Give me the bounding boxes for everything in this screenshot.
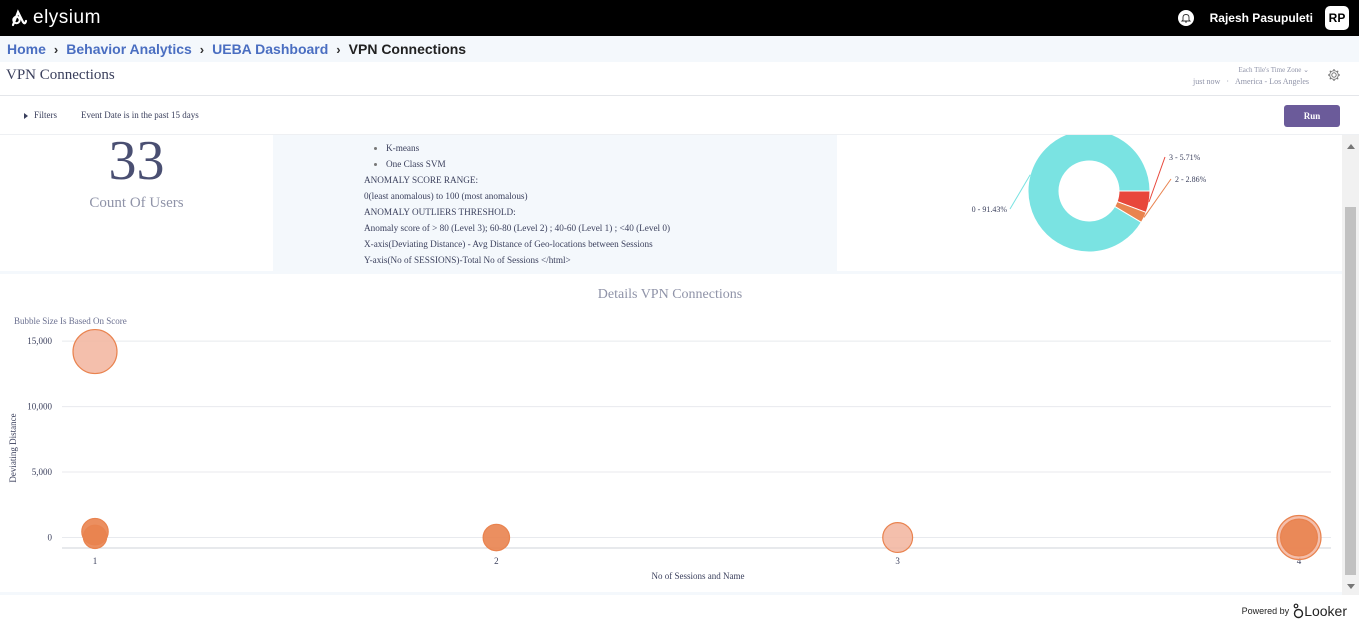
separator-dot: · — [1226, 77, 1230, 86]
chart-note: Bubble Size Is Based On Score — [14, 316, 127, 326]
timezone-label: Each Tile's Time Zone — [1238, 66, 1302, 74]
breadcrumb-current: VPN Connections — [348, 41, 467, 57]
filters-label: Filters — [34, 110, 58, 120]
gear-icon[interactable] — [1327, 68, 1341, 87]
bullet-item: K-means — [364, 140, 670, 156]
breadcrumb-behavior-analytics[interactable]: Behavior Analytics — [66, 41, 192, 57]
text-line: X-axis(Deviating Distance) - Avg Distanc… — [364, 239, 653, 249]
description-text: K-means One Class SVM ANOMALY SCORE RANG… — [364, 140, 670, 268]
scroll-thumb[interactable] — [1345, 207, 1356, 575]
bullet-item: One Class SVM — [364, 156, 670, 172]
elysium-logo-icon — [11, 9, 28, 27]
filter-summary: Event Date is in the past 15 days — [81, 110, 199, 120]
x-tick-label: 3 — [895, 556, 900, 566]
timezone-info: Each Tile's Time Zone ⌄ just now · Ameri… — [1189, 65, 1309, 87]
bubble-chart: 05,00010,00015,0001 2 3 4No of Sessions and… — [8, 328, 1331, 581]
y-tick-label: 5,000 — [32, 467, 53, 477]
scroll-up-arrow-icon[interactable] — [1347, 144, 1355, 149]
description-tile: K-means One Class SVM ANOMALY SCORE RANG… — [276, 135, 834, 271]
text-line: Y-axis(No of SESSIONS)-Total No of Sessi… — [364, 255, 571, 265]
text-line: ANOMALY OUTLIERS THRESHOLD: — [364, 207, 516, 217]
breadcrumb-ueba-dashboard[interactable]: UEBA Dashboard — [212, 41, 328, 57]
y-axis-label: Deviating Distance — [8, 413, 18, 482]
count-of-users-tile: 33 Count Of Users — [0, 135, 273, 271]
donut-label: 0 - 91.43% — [972, 205, 1008, 214]
powered-by-label: Powered by — [1241, 606, 1290, 616]
chevron-down-icon: ⌄ — [1303, 66, 1309, 74]
text-line: Anomaly score of > 80 (Level 3); 60-80 (… — [364, 223, 671, 233]
bubble-point[interactable] — [882, 522, 914, 554]
looker-logo[interactable]: Looker — [1293, 603, 1347, 619]
footer: Powered by Looker — [1242, 603, 1347, 619]
x-tick-label: 2 — [494, 556, 499, 566]
bubble-point[interactable] — [82, 524, 108, 550]
donut-label: 2 - 2.86% — [1175, 175, 1207, 184]
chart-title: Details VPN Connections — [597, 287, 743, 302]
bubble-point[interactable] — [1279, 518, 1319, 557]
user-name[interactable]: Rajesh Pasupuleti — [1210, 11, 1313, 25]
donut-chart: 0 - 91.43% 3 - 5.71% 2 - 2.86% — [972, 135, 1207, 253]
donut-leader-line — [1009, 174, 1031, 210]
y-tick-label: 15,000 — [27, 336, 52, 346]
scroll-down-arrow-icon[interactable] — [1347, 584, 1355, 589]
caret-right-icon — [24, 112, 28, 119]
looker-logo-icon — [1293, 603, 1304, 619]
app-name: elysium — [33, 7, 101, 28]
y-tick-label: 0 — [48, 533, 53, 543]
donut-leader-line — [1148, 156, 1166, 203]
last-run-time: just now — [1193, 77, 1221, 86]
looker-brand: Looker — [1304, 603, 1347, 619]
dashboard-header: VPN Connections Each Tile's Time Zone ⌄ … — [0, 62, 1359, 96]
filters-toggle[interactable]: Filters — [24, 110, 57, 120]
y-tick-label: 10,000 — [27, 402, 52, 412]
breadcrumb-home[interactable]: Home — [7, 41, 46, 57]
text-line: ANOMALY SCORE RANGE: — [364, 175, 479, 185]
bubble-point[interactable] — [482, 523, 511, 552]
donut-label: 3 - 5.71% — [1169, 153, 1201, 162]
timezone-selector[interactable]: Each Tile's Time Zone ⌄ — [1189, 65, 1309, 76]
page-title: VPN Connections — [6, 67, 115, 83]
text-line: 0(least anomalous) to 100 (most anomalou… — [364, 191, 528, 201]
timezone-value: America - Los Angeles — [1235, 77, 1309, 86]
dashboard-content: 33 Count Of Users K-means One Class SVM … — [0, 135, 1342, 595]
bubble-point[interactable] — [72, 328, 118, 375]
avatar[interactable]: RP — [1325, 6, 1349, 30]
breadcrumb-separator: › — [336, 41, 341, 57]
users-count-value: 33 — [108, 135, 165, 192]
breadcrumb: Home › Behavior Analytics › UEBA Dashboa… — [0, 36, 1359, 62]
x-axis-label: No of Sessions and Name — [652, 571, 745, 581]
breadcrumb-separator: › — [53, 41, 59, 57]
app-logo[interactable]: elysium — [10, 7, 101, 29]
anomaly-level-donut-tile: 0 - 91.43% 3 - 5.71% 2 - 2.86% — [837, 135, 1342, 271]
breadcrumb-separator: › — [199, 41, 205, 57]
filter-bar: Filters Event Date is in the past 15 day… — [0, 97, 1359, 135]
users-count-label: Count Of Users — [89, 195, 184, 211]
run-button[interactable]: Run — [1284, 105, 1340, 127]
top-bar: elysium Rajesh Pasupuleti RP — [0, 0, 1359, 36]
notification-bell-icon[interactable] — [1177, 10, 1194, 26]
x-tick-label: 1 — [93, 556, 98, 566]
details-vpn-connections-tile: Details VPN Connections Bubble Size Is B… — [0, 274, 1342, 592]
vertical-scrollbar[interactable] — [1342, 135, 1359, 595]
